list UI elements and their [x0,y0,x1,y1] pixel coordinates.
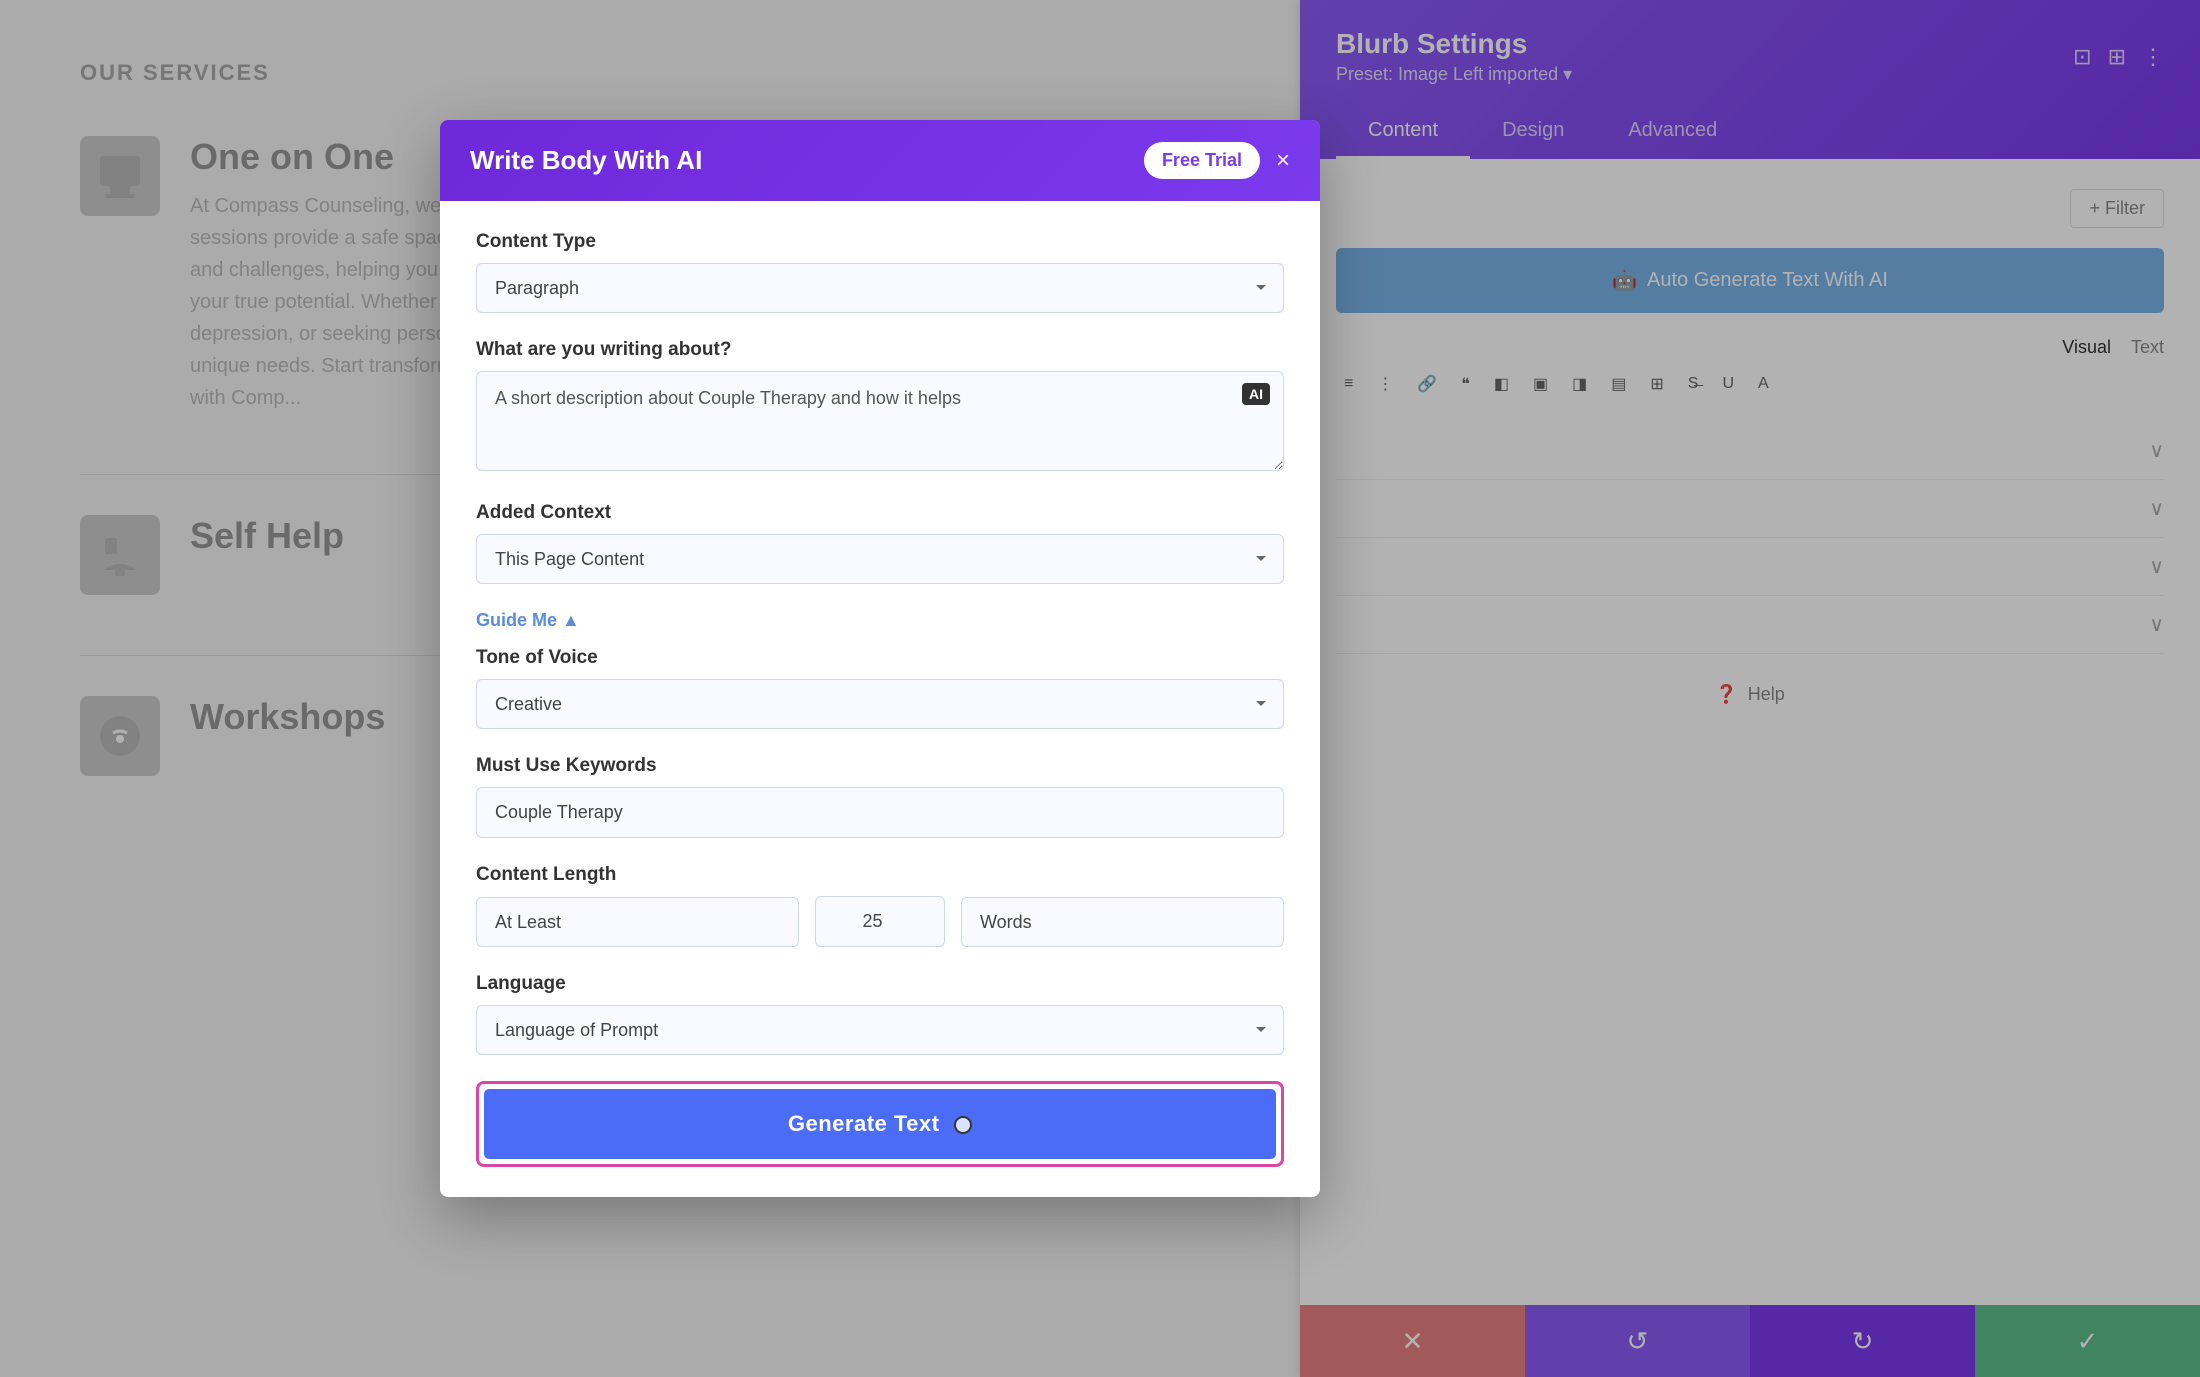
language-group: Language Language of Prompt English Span… [476,973,1284,1055]
cursor-indicator [954,1116,972,1134]
tone-of-voice-select[interactable]: Creative Professional Casual Formal [476,679,1284,729]
writing-about-textarea[interactable]: A short description about Couple Therapy… [476,371,1284,471]
content-type-group: Content Type Paragraph Bullet Points Num… [476,231,1284,313]
generate-text-button[interactable]: Generate Text [484,1089,1276,1159]
ai-badge: AI [1242,383,1270,405]
ai-modal: Write Body With AI Free Trial × Content … [440,120,1320,1197]
content-length-label: Content Length [476,864,1284,886]
added-context-group: Added Context This Page Content None Cus… [476,502,1284,584]
language-label: Language [476,973,1284,995]
generate-text-label: Generate Text [788,1111,940,1136]
ai-modal-header-right: Free Trial × [1144,142,1290,179]
keywords-label: Must Use Keywords [476,755,1284,777]
content-type-select[interactable]: Paragraph Bullet Points Numbered List [476,263,1284,313]
writing-about-label: What are you writing about? [476,339,1284,361]
tone-of-voice-label: Tone of Voice [476,647,1284,669]
writing-about-group: What are you writing about? A short desc… [476,339,1284,476]
generate-btn-wrapper: Generate Text [476,1081,1284,1167]
content-length-number-input[interactable] [815,896,945,947]
tone-of-voice-group: Tone of Voice Creative Professional Casu… [476,647,1284,729]
free-trial-badge[interactable]: Free Trial [1144,142,1260,179]
added-context-select[interactable]: This Page Content None Custom [476,534,1284,584]
ai-modal-close-button[interactable]: × [1276,147,1290,175]
added-context-label: Added Context [476,502,1284,524]
ai-modal-title: Write Body With AI [470,145,702,176]
content-length-unit-select[interactable]: Words Sentences Paragraphs [961,897,1284,947]
ai-modal-body: Content Type Paragraph Bullet Points Num… [440,201,1320,1197]
keywords-input[interactable] [476,787,1284,838]
writing-about-wrapper: A short description about Couple Therapy… [476,371,1284,476]
guide-me-link[interactable]: Guide Me ▲ [476,610,580,631]
content-length-min-select[interactable]: At Least Exactly No More Than [476,897,799,947]
content-length-group: Content Length At Least Exactly No More … [476,864,1284,947]
keywords-group: Must Use Keywords [476,755,1284,838]
content-type-label: Content Type [476,231,1284,253]
ai-modal-header: Write Body With AI Free Trial × [440,120,1320,201]
language-select[interactable]: Language of Prompt English Spanish Frenc… [476,1005,1284,1055]
content-length-row: At Least Exactly No More Than Words Sent… [476,896,1284,947]
